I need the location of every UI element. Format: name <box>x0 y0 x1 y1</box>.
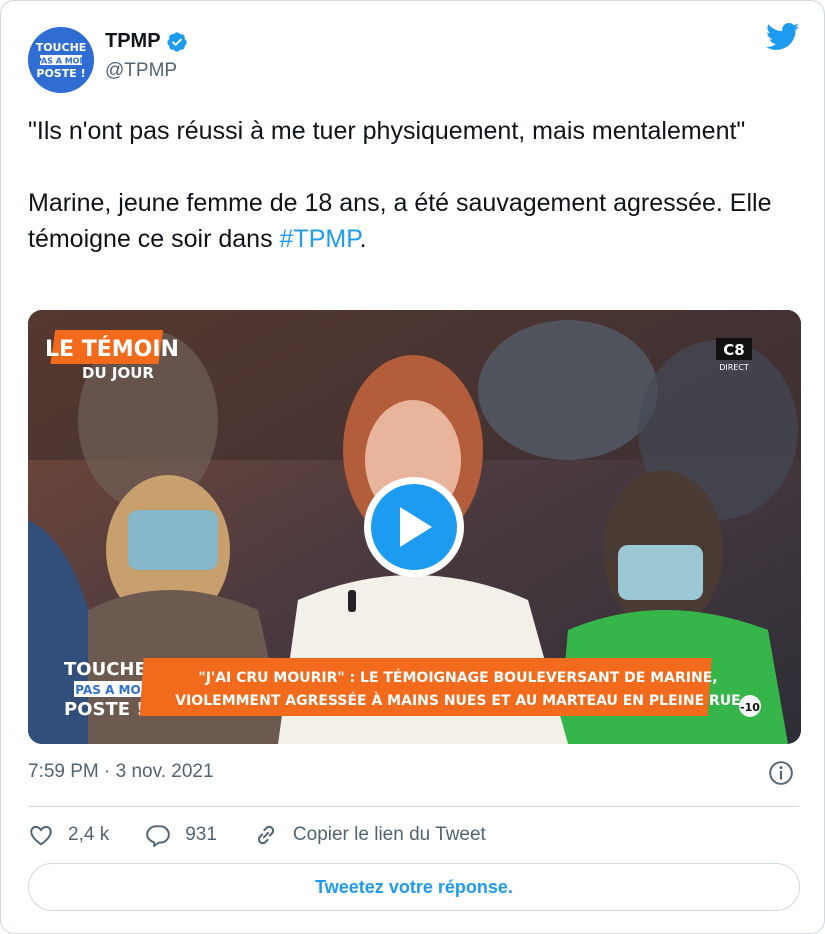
tweet-body-end: . <box>359 225 367 253</box>
svg-text:TOUCHE: TOUCHE <box>64 659 147 680</box>
info-icon[interactable] <box>768 760 794 786</box>
overlay-title: LE TÉMOIN <box>45 336 179 362</box>
svg-text:PAS A MON: PAS A MON <box>36 57 86 66</box>
tweet-card: TOUCHE PAS A MON POSTE ! TPMP @TPMP "Ils… <box>0 0 825 934</box>
svg-text:-10: -10 <box>740 701 760 714</box>
action-bar: 2,4 k 931 Copier le lien du Tweet <box>28 819 522 851</box>
divider <box>28 806 799 807</box>
tweet-text: "Ils n'ont pas réussi à me tuer physique… <box>28 113 788 257</box>
banner-line-2: VIOLEMMENT AGRESSÉE À MAINS NUES ET AU M… <box>175 692 740 709</box>
avatar[interactable]: TOUCHE PAS A MON POSTE ! <box>28 27 94 93</box>
copy-link-button[interactable]: Copier le lien du Tweet <box>253 822 486 848</box>
reply-tweet-button[interactable]: Tweetez votre réponse. <box>28 863 800 911</box>
like-count: 2,4 k <box>68 824 110 845</box>
play-button[interactable] <box>364 477 464 577</box>
svg-text:C8: C8 <box>723 341 744 359</box>
svg-text:TOUCHE: TOUCHE <box>36 41 87 54</box>
tpmp-logo: TOUCHE PAS A MON POSTE ! <box>28 27 94 93</box>
reply-count: 931 <box>185 824 217 845</box>
author-handle[interactable]: @TPMP <box>105 60 177 82</box>
tweet-timestamp[interactable]: 7:59 PM · 3 nov. 2021 <box>28 761 214 783</box>
svg-text:PAS A MON: PAS A MON <box>75 683 150 697</box>
like-button[interactable]: 2,4 k <box>28 822 109 848</box>
heart-icon <box>30 825 52 846</box>
rating-badge: -10 <box>739 695 761 717</box>
news-banner: "J'AI CRU MOURIR" : LE TÉMOIGNAGE BOULEV… <box>139 658 741 716</box>
author-name-row[interactable]: TPMP <box>105 30 188 53</box>
hashtag-link[interactable]: #TPMP <box>280 225 360 253</box>
svg-text:DIRECT: DIRECT <box>719 363 749 372</box>
overlay-subtitle: DU JOUR <box>82 364 154 382</box>
channel-logo: C8 DIRECT <box>716 338 752 372</box>
svg-text:POSTE !: POSTE ! <box>64 699 145 720</box>
link-icon <box>257 825 274 845</box>
author-name[interactable]: TPMP <box>105 30 161 53</box>
copy-link-label: Copier le lien du Tweet <box>292 824 486 845</box>
tweet-quote: "Ils n'ont pas réussi à me tuer physique… <box>28 117 746 145</box>
tweet-body: Marine, jeune femme de 18 ans, a été sau… <box>28 189 779 253</box>
play-icon <box>400 507 432 547</box>
reply-bubble-icon <box>146 825 171 848</box>
show-logo: TOUCHE PAS A MON POSTE ! <box>64 659 152 720</box>
reply-action[interactable]: 931 <box>145 822 217 848</box>
verified-badge-icon <box>166 31 187 52</box>
twitter-bird-icon[interactable] <box>766 23 800 51</box>
banner-line-1: "J'AI CRU MOURIR" : LE TÉMOIGNAGE BOULEV… <box>198 669 717 686</box>
svg-text:POSTE !: POSTE ! <box>36 67 85 80</box>
